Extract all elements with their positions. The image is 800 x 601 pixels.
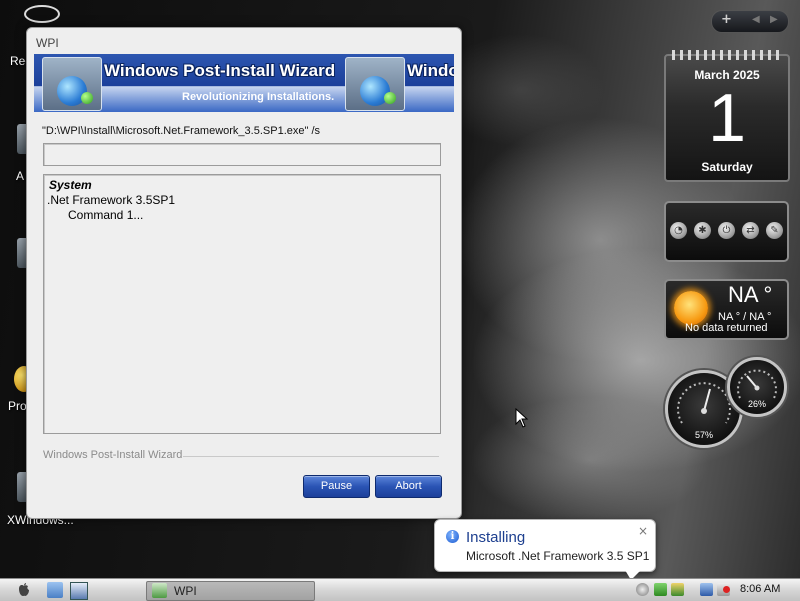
power-icon[interactable]: ⏻ [718, 222, 735, 239]
weather-gadget[interactable]: NA ° NA ° / NA ° No data returned [664, 279, 789, 340]
network-tray-icon[interactable] [636, 583, 649, 596]
display-tray-icon[interactable] [700, 583, 713, 596]
sun-icon [674, 291, 708, 325]
cpu-gauge-value: 57% [694, 430, 713, 440]
pause-button[interactable]: Pause [303, 475, 370, 498]
calendar-gadget[interactable]: March 2025 1 Saturday [664, 50, 790, 182]
taskbar-button-wpi[interactable]: WPI [146, 581, 315, 601]
security-tray-icon[interactable] [671, 583, 684, 596]
restart-icon[interactable]: ◔ [670, 222, 687, 239]
gadget-toolbar: + ◀ ▶ [711, 10, 789, 33]
install-log[interactable]: System .Net Framework 3.5SP1 Command 1..… [43, 174, 441, 434]
shutdown-gadget: ◔ ✱ ⏻ ⇄ ✎ [664, 201, 789, 262]
command-line-text: "D:\WPI\Install\Microsoft.Net.Framework_… [42, 125, 321, 137]
abort-button[interactable]: Abort [375, 475, 442, 498]
desktop-icon-label-a[interactable]: A [16, 169, 24, 183]
banner-tagline: Revolutionizing Installations. [182, 91, 335, 103]
check-badge-icon [81, 92, 93, 104]
check-badge-icon [384, 92, 396, 104]
taskbar: WPI 8:06 AM [0, 578, 800, 601]
calendar-rings [672, 50, 782, 60]
previous-icon[interactable]: ◀ [752, 14, 760, 25]
memory-gauge[interactable]: 26% [727, 357, 787, 417]
memory-gauge-value: 26% [747, 399, 766, 409]
window-title: WPI [36, 36, 59, 50]
installing-notification[interactable]: i Installing Microsoft .Net Framework 3.… [434, 519, 656, 580]
close-icon[interactable]: × [638, 524, 648, 538]
wpi-window[interactable]: WPI Windows Post-Install Wizard Revoluti… [26, 27, 462, 519]
notification-text: Microsoft .Net Framework 3.5 SP1 [466, 549, 650, 563]
install-progress-bar [43, 143, 441, 166]
wpi-task-icon [152, 583, 167, 598]
calendar-day: 1 [708, 80, 746, 156]
taskbar-wpi-label: WPI [174, 584, 197, 598]
apple-menu-icon[interactable] [16, 582, 32, 598]
calendar-weekday: Saturday [701, 160, 753, 174]
weather-temperature: NA ° [728, 282, 773, 307]
switch-user-icon[interactable]: ⇄ [742, 222, 759, 239]
recycle-bin-icon[interactable] [24, 5, 60, 23]
banner-title: Windows Post-Install Wizard [104, 61, 336, 80]
lock-icon[interactable]: ✎ [766, 222, 783, 239]
footer-divider [183, 456, 439, 457]
settings-icon[interactable]: ✱ [694, 222, 711, 239]
folder-icon[interactable] [47, 582, 63, 598]
log-item: .Net Framework 3.5SP1 [47, 193, 176, 207]
log-command: Command 1... [68, 208, 144, 222]
add-gadget-icon[interactable]: + [721, 12, 732, 27]
log-section: System [49, 178, 92, 192]
wpi-logo [345, 57, 405, 111]
volume-muted-icon[interactable] [717, 583, 730, 596]
weather-status: No data returned [685, 322, 768, 334]
mouse-cursor-icon [515, 408, 529, 428]
show-desktop-icon[interactable] [70, 582, 88, 600]
wpi-banner: Windows Post-Install Wizard Revolutioniz… [34, 54, 454, 112]
footer-label: Windows Post-Install Wizard [43, 449, 183, 461]
notification-title: Installing [466, 529, 526, 546]
banner-title-repeat: Windo [407, 61, 454, 80]
taskbar-clock[interactable]: 8:06 AM [740, 583, 780, 595]
wpi-tray-icon[interactable] [654, 583, 667, 596]
info-icon: i [446, 530, 459, 543]
next-icon[interactable]: ▶ [770, 14, 778, 25]
desktop-icon-label-pro[interactable]: Pro [8, 399, 27, 413]
wpi-logo [42, 57, 102, 111]
